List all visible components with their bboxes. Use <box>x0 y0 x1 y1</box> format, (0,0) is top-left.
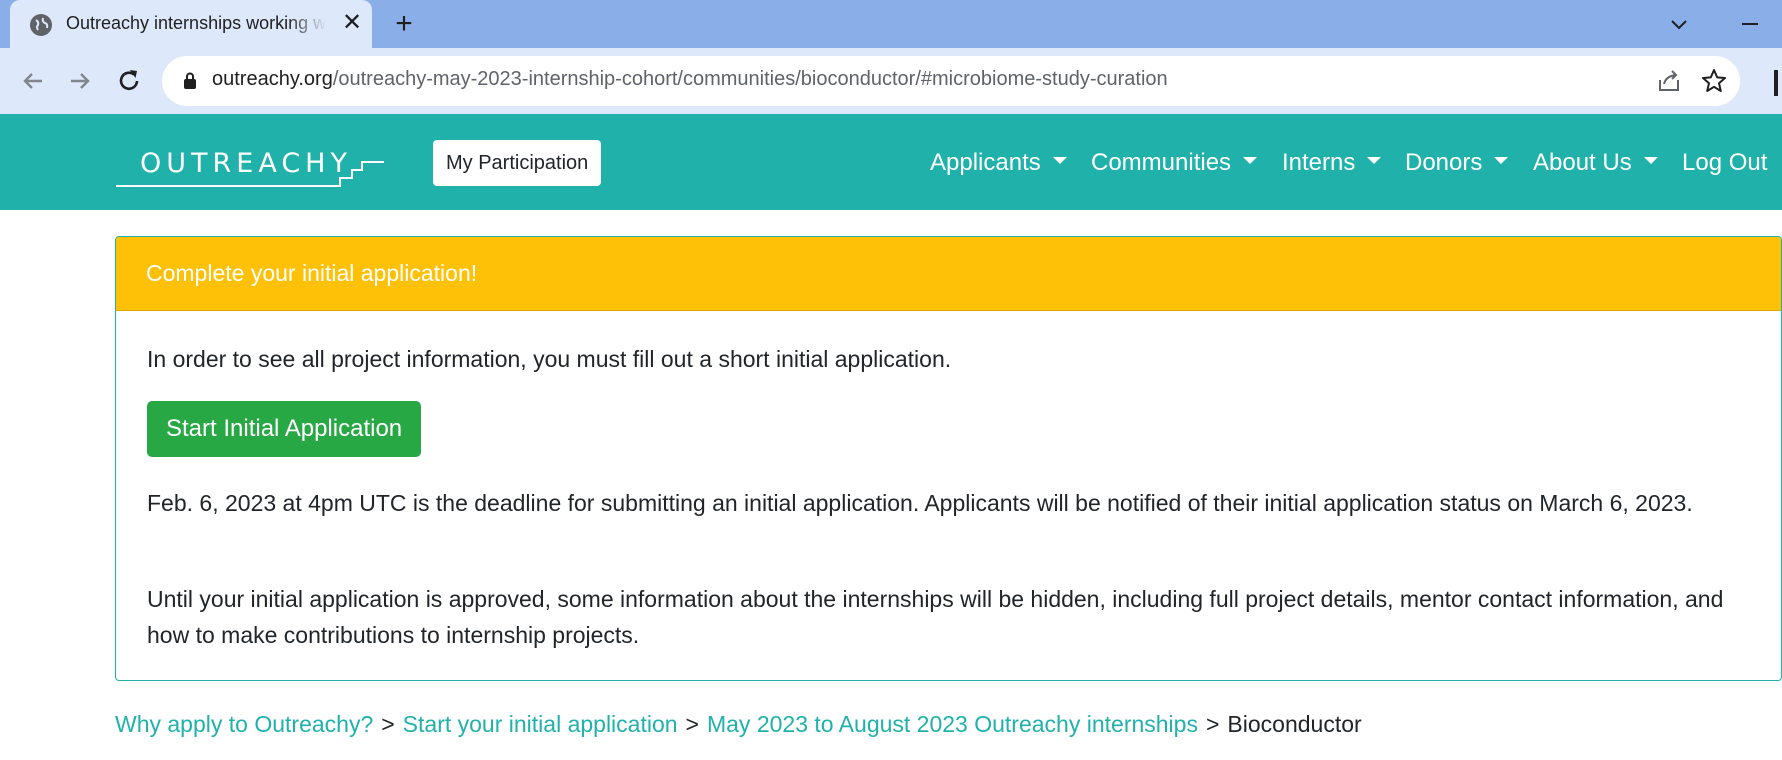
nav-interns-dropdown[interactable]: Interns <box>1282 148 1382 178</box>
tab-title: Outreachy internships working with Bioco… <box>66 13 326 33</box>
nav-applicants-dropdown[interactable]: Applicants <box>930 148 1067 178</box>
caret-down-icon <box>1367 157 1382 165</box>
caret-down-icon <box>1643 157 1658 165</box>
caret-down-icon <box>1494 157 1509 165</box>
tab-close-icon[interactable]: ✕ <box>338 9 366 37</box>
url-path: /outreachy-may-2023-internship-cohort/co… <box>332 68 1168 90</box>
alert-intro-text: In order to see all project information,… <box>147 346 952 372</box>
reload-icon[interactable] <box>112 64 146 98</box>
back-arrow-icon[interactable] <box>16 64 50 98</box>
initial-application-alert: Complete your initial application! In or… <box>115 236 1782 681</box>
minimize-window-icon[interactable] <box>1738 12 1762 36</box>
outreachy-logo[interactable]: OUTREACHY <box>116 148 384 188</box>
address-bar[interactable]: outreachy.org/outreachy-may-2023-interns… <box>162 56 1740 106</box>
logo-wordmark: OUTREACHY <box>140 148 352 179</box>
hidden-info-text: Until your initial application is approv… <box>147 586 1724 648</box>
browser-tab-strip: Outreachy internships working with Bioco… <box>0 0 1782 51</box>
breadcrumb-separator: > <box>1205 711 1220 737</box>
lock-icon[interactable] <box>182 71 198 91</box>
nav-log-out-link[interactable]: Log Out <box>1682 148 1767 178</box>
nav-interns-label: Interns <box>1282 149 1356 176</box>
toolbar-edge-divider <box>1774 70 1778 96</box>
my-participation-button[interactable]: My Participation <box>433 140 602 186</box>
breadcrumb-separator: > <box>685 711 699 737</box>
caret-down-icon <box>1243 157 1258 165</box>
forward-arrow-icon[interactable] <box>63 64 97 98</box>
deadline-text: Feb. 6, 2023 at 4pm UTC is the deadline … <box>147 490 1693 516</box>
site-navbar: OUTREACHY My Participation Applicants Co… <box>0 114 1782 210</box>
breadcrumb-link-initial-application[interactable]: Start your initial application <box>403 711 678 737</box>
alert-title: Complete your initial application! <box>116 237 1781 311</box>
nav-donors-label: Donors <box>1405 149 1483 176</box>
url-text[interactable]: outreachy.org/outreachy-may-2023-interns… <box>212 68 1168 91</box>
nav-about-us-label: About Us <box>1533 149 1632 176</box>
breadcrumb: Why apply to Outreachy? > Start your initi… <box>115 706 1362 742</box>
nav-communities-dropdown[interactable]: Communities <box>1091 148 1258 178</box>
share-icon[interactable] <box>1656 68 1682 94</box>
url-host: outreachy.org <box>212 68 333 90</box>
caret-down-icon <box>1052 157 1067 165</box>
breadcrumb-link-internship-round[interactable]: May 2023 to August 2023 Outreachy intern… <box>707 711 1198 737</box>
bookmark-star-icon[interactable] <box>1700 67 1728 95</box>
nav-about-us-dropdown[interactable]: About Us <box>1533 148 1658 178</box>
breadcrumb-current: Bioconductor <box>1227 711 1362 737</box>
breadcrumb-link-why-apply[interactable]: Why apply to Outreachy? <box>115 711 373 737</box>
browser-tab[interactable]: Outreachy internships working with Bioco… <box>10 0 372 51</box>
nav-applicants-label: Applicants <box>930 149 1041 176</box>
new-tab-icon[interactable]: + <box>388 9 420 41</box>
globe-icon <box>30 14 52 36</box>
browser-toolbar: outreachy.org/outreachy-may-2023-interns… <box>0 48 1782 114</box>
nav-donors-dropdown[interactable]: Donors <box>1405 148 1509 178</box>
start-initial-application-button[interactable]: Start Initial Application <box>147 401 422 457</box>
breadcrumb-separator: > <box>381 711 395 737</box>
nav-communities-label: Communities <box>1091 149 1232 176</box>
tab-search-chevron-icon[interactable] <box>1666 12 1692 38</box>
